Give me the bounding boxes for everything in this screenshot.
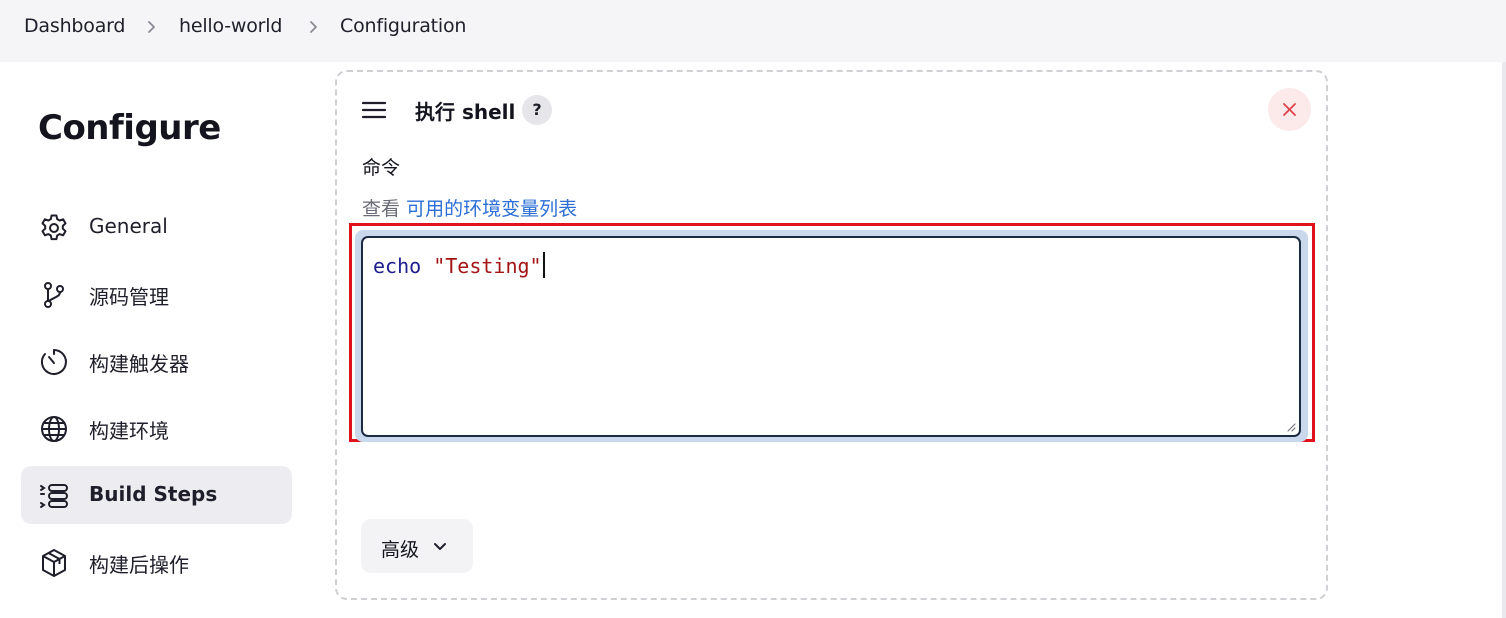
sidebar-item-source-control[interactable]: 源码管理 <box>21 265 292 323</box>
code-string: "Testing" <box>433 254 542 278</box>
timer-icon <box>38 346 70 378</box>
package-icon <box>38 547 70 579</box>
chevron-right-icon <box>307 20 321 34</box>
chevron-down-icon <box>432 539 448 555</box>
command-textarea[interactable]: echo "Testing" <box>361 236 1301 437</box>
chevron-right-icon <box>145 20 159 34</box>
advanced-button[interactable]: 高级 <box>361 519 473 573</box>
sidebar-item-label: 构建触发器 <box>89 352 189 376</box>
sidebar-item-build-triggers[interactable]: 构建触发器 <box>21 332 292 390</box>
breadcrumb-configuration[interactable]: Configuration <box>340 15 466 37</box>
sidebar-item-build-environment[interactable]: 构建环境 <box>21 399 292 457</box>
breadcrumb: Dashboard hello-world Configuration <box>0 0 1506 62</box>
list-steps-icon <box>38 480 70 512</box>
sidebar-item-build-steps[interactable]: Build Steps <box>21 466 292 524</box>
env-vars-hint: 查看 可用的环境变量列表 <box>362 194 577 221</box>
branch-icon <box>38 279 70 311</box>
breadcrumb-dashboard[interactable]: Dashboard <box>24 15 125 37</box>
vertical-scrollbar[interactable] <box>1502 62 1506 618</box>
gear-icon <box>38 212 70 244</box>
page-title: Configure <box>38 108 221 148</box>
code-keyword: echo <box>373 254 422 278</box>
sidebar-item-label: General <box>89 214 168 238</box>
env-vars-prefix: 查看 <box>362 198 401 220</box>
sidebar-item-label: Build Steps <box>89 482 218 506</box>
advanced-label: 高级 <box>381 539 420 561</box>
breadcrumb-hello-world[interactable]: hello-world <box>179 15 282 37</box>
sidebar-item-general[interactable]: General <box>21 198 292 256</box>
globe-icon <box>38 413 70 445</box>
command-label: 命令 <box>362 157 401 179</box>
env-vars-link[interactable]: 可用的环境变量列表 <box>406 198 577 220</box>
sidebar-item-label: 构建后操作 <box>89 553 189 577</box>
drag-handle-icon[interactable] <box>362 100 386 120</box>
sidebar-item-label: 构建环境 <box>89 419 169 443</box>
resize-grip-icon[interactable] <box>1286 422 1296 432</box>
step-title: 执行 shell <box>415 100 516 124</box>
command-code: echo "Testing" <box>373 252 545 278</box>
text-caret <box>542 252 545 278</box>
close-icon <box>1283 103 1296 116</box>
delete-step-button[interactable] <box>1268 88 1311 131</box>
help-button[interactable]: ? <box>522 95 552 125</box>
sidebar-item-post-build[interactable]: 构建后操作 <box>21 533 292 591</box>
sidebar-item-label: 源码管理 <box>89 285 169 309</box>
